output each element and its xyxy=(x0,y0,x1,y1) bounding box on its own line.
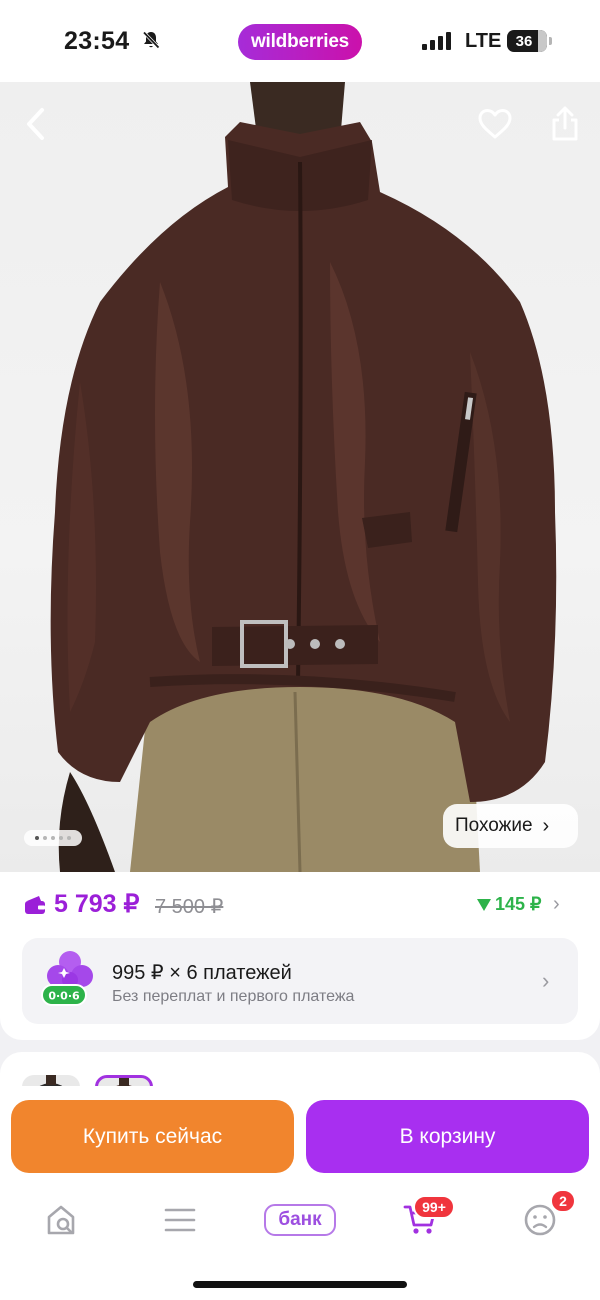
menu-icon xyxy=(164,1208,196,1232)
status-time: 23:54 xyxy=(64,27,130,55)
heart-icon xyxy=(478,109,512,139)
signal-icon xyxy=(422,32,451,50)
installment-banner[interactable]: 0·0·6 995 ₽ × 6 платежей Без переплат и … xyxy=(22,938,578,1024)
home-indicator xyxy=(193,1281,407,1288)
installment-subtitle: Без переплат и первого платежа xyxy=(112,988,355,1005)
pagination-dot xyxy=(43,836,47,840)
chevron-right-icon[interactable]: › xyxy=(553,893,560,916)
tab-bank[interactable]: банк xyxy=(262,1198,338,1242)
pagination-dot xyxy=(67,836,71,840)
product-gallery[interactable]: Похожие › xyxy=(0,82,600,872)
bank-label: банк xyxy=(264,1204,336,1236)
tab-home[interactable] xyxy=(39,1198,83,1242)
cashback-value: 145 ₽ xyxy=(495,894,542,914)
share-icon xyxy=(552,106,578,141)
cashback-amount[interactable]: 145 ₽ xyxy=(477,894,542,915)
clover-installment-icon: 0·0·6 xyxy=(41,951,93,1006)
tab-catalog[interactable] xyxy=(158,1198,202,1242)
chevron-right-icon: › xyxy=(542,814,550,837)
cart-badge: 99+ xyxy=(413,1195,455,1219)
share-button[interactable] xyxy=(543,102,587,146)
chevron-left-icon xyxy=(27,108,44,140)
product-image xyxy=(50,82,557,872)
similar-button[interactable]: Похожие › xyxy=(443,804,578,848)
buy-now-button[interactable]: Купить сейчас xyxy=(11,1100,294,1173)
pagination-dot xyxy=(51,836,55,840)
add-to-cart-button[interactable]: В корзину xyxy=(306,1100,589,1173)
favorite-button[interactable] xyxy=(473,102,517,146)
installment-title: 995 ₽ × 6 платежей xyxy=(112,962,292,984)
current-price: 5 793 ₽ xyxy=(54,890,140,918)
old-price: 7 500 ₽ xyxy=(155,896,224,918)
pagination-dot xyxy=(35,836,39,840)
installment-badge: 0·0·6 xyxy=(48,990,80,1003)
profile-badge: 2 xyxy=(550,1189,576,1213)
wallet-icon xyxy=(25,896,45,914)
bell-muted-icon xyxy=(142,31,160,49)
back-button[interactable] xyxy=(14,102,58,146)
home-search-icon xyxy=(47,1205,75,1235)
triangle-down-icon xyxy=(477,898,491,911)
battery-level: 36 xyxy=(515,32,533,50)
network-type: LTE xyxy=(465,30,502,52)
chevron-right-icon: › xyxy=(542,968,550,993)
brand-logo: wildberries xyxy=(238,24,362,60)
gallery-pagination xyxy=(24,830,82,846)
battery-icon: 36 xyxy=(507,30,552,52)
pagination-dot xyxy=(59,836,63,840)
similar-label: Похожие xyxy=(455,815,533,836)
status-bar: 23:54 wildberries LTE 36 xyxy=(0,0,600,82)
